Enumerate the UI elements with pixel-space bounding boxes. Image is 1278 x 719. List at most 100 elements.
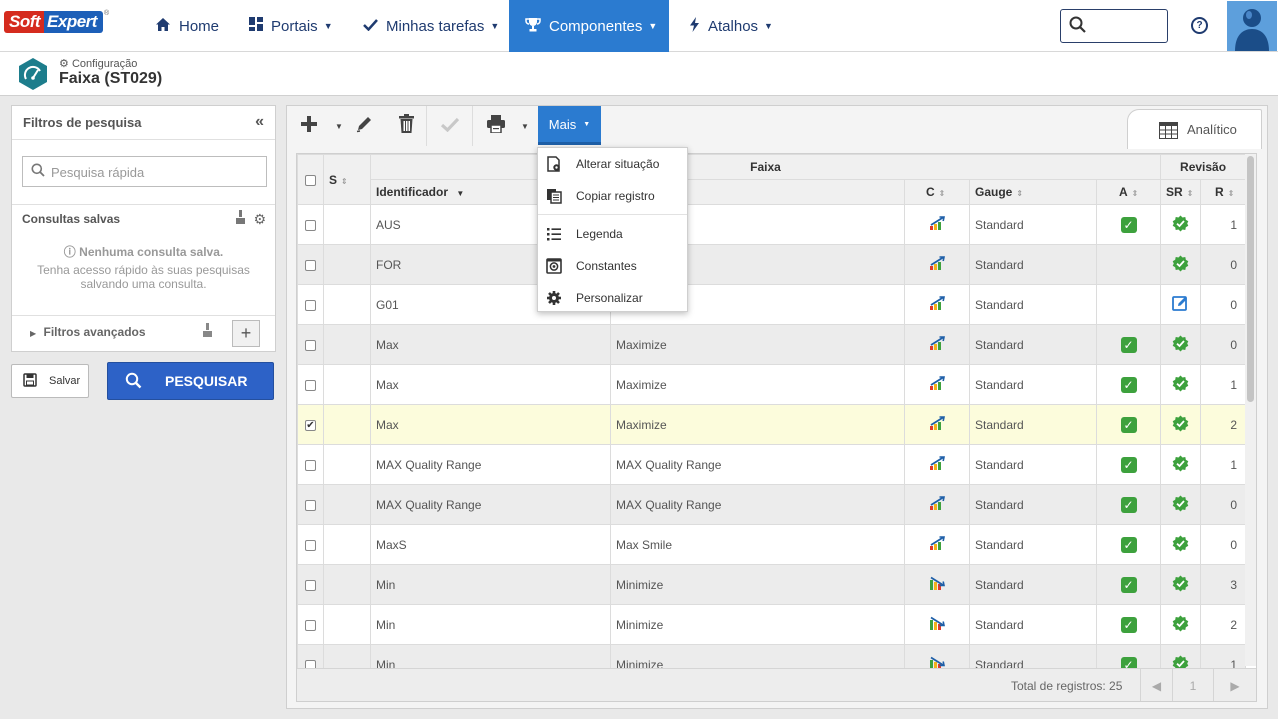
tab-analitico[interactable]: Analítico — [1127, 109, 1262, 149]
table-row[interactable]: FOR Standard 0 — [297, 244, 1247, 285]
nav-portais[interactable]: Portais ▼ — [249, 0, 333, 52]
add-filter-button[interactable]: + — [232, 320, 260, 347]
vertical-scrollbar[interactable] — [1245, 154, 1256, 666]
row-checkbox[interactable] — [305, 299, 316, 311]
approved-badge-icon — [1172, 375, 1189, 392]
nome-cell: Minimize — [610, 604, 905, 645]
chevron-left-icon: ◀ — [1151, 679, 1162, 693]
table-row[interactable]: Max Maximize Standard ✓ 0 — [297, 324, 1247, 365]
approved-badge-icon — [1172, 335, 1189, 352]
menu-item-constantes[interactable]: Constantes — [538, 251, 687, 281]
row-select-cell[interactable] — [297, 524, 324, 565]
row-select-cell[interactable]: ✔ — [297, 404, 324, 445]
col-sr-label: SR — [1166, 185, 1183, 199]
print-button[interactable] — [481, 106, 511, 146]
add-dropdown-toggle[interactable]: ▼ — [329, 106, 349, 146]
global-search-input[interactable] — [1060, 9, 1168, 43]
row-checkbox[interactable] — [305, 459, 316, 471]
row-checkbox[interactable] — [305, 539, 316, 551]
user-avatar[interactable] — [1227, 1, 1277, 51]
printer-icon — [486, 114, 506, 138]
table-row[interactable]: AUS Standard ✓ 1 — [297, 204, 1247, 245]
more-menu-button[interactable]: Mais ▼ — [538, 106, 601, 145]
row-checkbox[interactable] — [305, 499, 316, 511]
table-row[interactable]: G01 Standard 0 — [297, 284, 1247, 325]
col-sr-header[interactable]: SR ⇕ — [1160, 179, 1202, 205]
no-saved-queries: ⓘ Nenhuma consulta salva. — [12, 243, 275, 260]
row-select-cell[interactable] — [297, 204, 324, 245]
change-status-icon — [546, 156, 562, 172]
search-button[interactable]: PESQUISAR — [107, 362, 274, 400]
breadcrumb[interactable]: ⚙ Configuração — [59, 57, 137, 70]
nav-home[interactable]: Home — [155, 0, 219, 52]
table-row[interactable]: Max Maximize Standard ✓ 1 — [297, 364, 1247, 405]
help-icon[interactable]: ? — [1191, 17, 1208, 34]
nav-atalhos[interactable]: Atalhos ▼ — [689, 0, 773, 52]
comportamento-cell — [904, 204, 970, 245]
col-r-header[interactable]: R ⇕ — [1200, 179, 1247, 205]
row-select-cell[interactable] — [297, 364, 324, 405]
pencil-icon — [355, 115, 373, 138]
edit-button[interactable] — [351, 106, 377, 146]
row-checkbox[interactable]: ✔ — [305, 419, 316, 431]
bolt-icon — [689, 16, 700, 36]
delete-button[interactable] — [387, 106, 427, 146]
table-row[interactable]: ✔ Max Maximize Standard ✓ 2 — [297, 404, 1247, 445]
row-checkbox[interactable] — [305, 619, 316, 631]
add-button[interactable] — [294, 106, 324, 146]
row-select-cell[interactable] — [297, 244, 324, 285]
col-c-header[interactable]: C ⇕ — [904, 179, 970, 205]
identificador-cell: Max — [370, 404, 611, 445]
next-page-button[interactable]: ▶ — [1213, 669, 1256, 701]
active-check-icon: ✓ — [1120, 336, 1137, 353]
nav-minhas-tarefas[interactable]: Minhas tarefas ▼ — [363, 0, 499, 52]
prev-page-button[interactable]: ◀ — [1140, 669, 1172, 701]
gear-icon[interactable]: ⚙ — [253, 211, 266, 227]
row-select-cell[interactable] — [297, 484, 324, 525]
select-all-cell[interactable] — [297, 154, 324, 205]
row-checkbox[interactable] — [305, 379, 316, 391]
row-select-cell[interactable] — [297, 564, 324, 605]
row-select-cell[interactable] — [297, 284, 324, 325]
row-checkbox[interactable] — [305, 259, 316, 271]
confirm-button[interactable] — [428, 106, 473, 146]
table-row[interactable]: Min Minimize Standard ✓ 3 — [297, 564, 1247, 605]
print-dropdown-toggle[interactable]: ▼ — [515, 106, 535, 146]
col-s-header[interactable]: S ⇕ — [323, 154, 371, 205]
approved-badge-icon — [1172, 215, 1189, 232]
menu-item-legenda[interactable]: Legenda — [538, 219, 687, 249]
brush-icon[interactable] — [202, 323, 213, 340]
table-row[interactable]: MAX Quality Range MAX Quality Range Standa… — [297, 444, 1247, 485]
menu-item-label: Alterar situação — [576, 157, 660, 171]
row-select-cell[interactable] — [297, 324, 324, 365]
active-check-icon: ✓ — [1120, 456, 1137, 473]
row-checkbox[interactable] — [305, 339, 316, 351]
col-a-header[interactable]: A ⇕ — [1095, 179, 1162, 205]
table-row[interactable]: MaxS Max Smile Standard ✓ 0 — [297, 524, 1247, 565]
row-checkbox[interactable] — [305, 579, 316, 591]
quick-search-input[interactable]: Pesquisa rápida — [22, 156, 267, 187]
save-button[interactable]: Salvar — [11, 364, 89, 398]
scrollbar-thumb[interactable] — [1247, 156, 1254, 402]
row-select-cell[interactable] — [297, 604, 324, 645]
row-checkbox[interactable] — [305, 219, 316, 231]
menu-item-personalizar[interactable]: Personalizar — [538, 283, 687, 313]
softexpert-logo[interactable]: Soft Expert ® — [4, 10, 109, 34]
advanced-filters-toggle[interactable]: ▶ Filtros avançados — [30, 325, 146, 339]
menu-item-alterar-situacao[interactable]: Alterar situação — [538, 149, 687, 179]
select-all-checkbox[interactable] — [305, 174, 316, 186]
revisao-cell: 2 — [1200, 604, 1247, 645]
comportamento-cell — [904, 324, 970, 365]
col-gauge-header[interactable]: Gauge ⇕ — [969, 179, 1097, 205]
nav-componentes[interactable]: Componentes ▼ — [509, 0, 669, 52]
collapse-panel-icon[interactable]: « — [255, 113, 264, 131]
row-select-cell[interactable] — [297, 444, 324, 485]
table-row[interactable]: MAX Quality Range MAX Quality Range Standa… — [297, 484, 1247, 525]
brush-icon[interactable] — [235, 210, 250, 227]
col-a-label: A — [1119, 185, 1128, 199]
table-row[interactable]: Min Minimize Standard ✓ 2 — [297, 604, 1247, 645]
approved-badge-icon — [1172, 535, 1189, 552]
approved-badge-icon — [1172, 415, 1189, 432]
menu-item-copiar-registro[interactable]: Copiar registro — [538, 181, 687, 211]
page-number[interactable]: 1 — [1172, 669, 1213, 701]
